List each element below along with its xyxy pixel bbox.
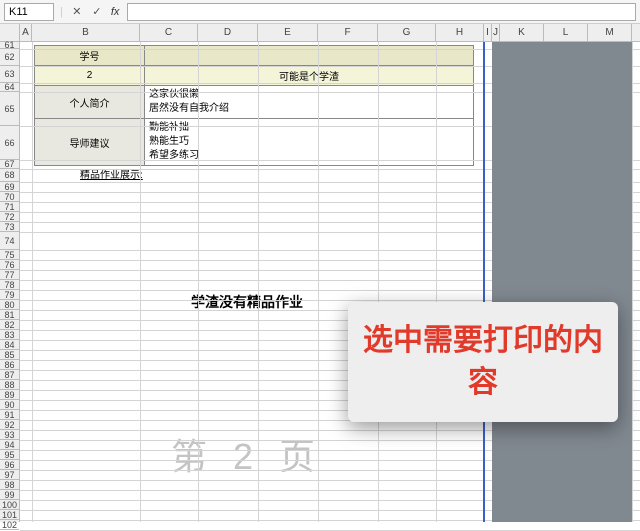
row-header-81[interactable]: 81	[0, 310, 19, 320]
col-header-F[interactable]: F	[318, 24, 378, 41]
row-header-84[interactable]: 84	[0, 340, 19, 350]
col-header-H[interactable]: H	[436, 24, 484, 41]
col-header-G[interactable]: G	[378, 24, 436, 41]
row-header-101[interactable]: 101	[0, 510, 19, 520]
row-header-64[interactable]: 64	[0, 83, 19, 92]
row-header-95[interactable]: 95	[0, 450, 19, 460]
row-header-73[interactable]: 73	[0, 222, 19, 232]
row-header-93[interactable]: 93	[0, 430, 19, 440]
row-header-82[interactable]: 82	[0, 320, 19, 330]
row-header-91[interactable]: 91	[0, 410, 19, 420]
row-header-96[interactable]: 96	[0, 460, 19, 470]
row-header-66[interactable]: 66	[0, 126, 19, 160]
col-header-E[interactable]: E	[258, 24, 318, 41]
formula-toolbar: K11 | ✕ ✓ fx	[0, 0, 640, 24]
intro-value-cell[interactable]: 这家伙很懒居然没有自我介绍	[145, 86, 474, 119]
row-header-77[interactable]: 77	[0, 270, 19, 280]
col-header-D[interactable]: D	[198, 24, 258, 41]
toolbar-separator: |	[60, 6, 63, 18]
row-header-88[interactable]: 88	[0, 380, 19, 390]
fx-icon[interactable]: fx	[111, 6, 120, 18]
sheet-area[interactable]: 学号 2 可能是个学渣 个人简介 这家伙很懒居然没有自我介绍 导师建议 勤能补拙…	[20, 42, 640, 522]
row-header-92[interactable]: 92	[0, 420, 19, 430]
row-header-67[interactable]: 67	[0, 160, 19, 169]
row-header-79[interactable]: 79	[0, 290, 19, 300]
row-header-86[interactable]: 86	[0, 360, 19, 370]
instruction-callout: 选中需要打印的内容	[348, 302, 618, 422]
accept-icon[interactable]: ✓	[89, 4, 105, 20]
row-header-65[interactable]: 65	[0, 92, 19, 126]
row-header-76[interactable]: 76	[0, 260, 19, 270]
cancel-icon[interactable]: ✕	[69, 4, 85, 20]
intro-label-cell[interactable]: 个人简介	[35, 86, 145, 119]
col-header-J[interactable]: J	[492, 24, 500, 41]
select-all-corner[interactable]	[0, 24, 20, 41]
col-header-B[interactable]: B	[32, 24, 140, 41]
col-header-A[interactable]: A	[20, 24, 32, 41]
row-header-61[interactable]: 61	[0, 42, 19, 49]
col-header-L[interactable]: L	[544, 24, 588, 41]
col-header-M[interactable]: M	[588, 24, 632, 41]
row-headers: 6162636465666768697071727374757677787980…	[0, 42, 20, 522]
col-header-C[interactable]: C	[140, 24, 198, 41]
col-header-K[interactable]: K	[500, 24, 544, 41]
row-header-97[interactable]: 97	[0, 470, 19, 480]
row-header-74[interactable]: 74	[0, 232, 19, 250]
row-header-62[interactable]: 62	[0, 49, 19, 66]
name-box[interactable]: K11	[4, 3, 54, 21]
row-header-72[interactable]: 72	[0, 212, 19, 222]
col-header-I[interactable]: I	[484, 24, 492, 41]
row-header-68[interactable]: 68	[0, 169, 19, 182]
page-number-watermark: 第 2 页	[20, 428, 474, 480]
row-header-63[interactable]: 63	[0, 66, 19, 83]
row-header-98[interactable]: 98	[0, 480, 19, 490]
row-header-100[interactable]: 100	[0, 500, 19, 510]
row-header-89[interactable]: 89	[0, 390, 19, 400]
row-header-83[interactable]: 83	[0, 330, 19, 340]
student-table: 学号 2 可能是个学渣 个人简介 这家伙很懒居然没有自我介绍 导师建议 勤能补拙…	[34, 45, 474, 166]
row-header-78[interactable]: 78	[0, 280, 19, 290]
row-header-75[interactable]: 75	[0, 250, 19, 260]
row-header-85[interactable]: 85	[0, 350, 19, 360]
row-header-90[interactable]: 90	[0, 400, 19, 410]
column-headers: ABCDEFGHIJKLM	[0, 24, 640, 42]
row-header-99[interactable]: 99	[0, 490, 19, 500]
row-header-80[interactable]: 80	[0, 300, 19, 310]
page-break-line	[483, 42, 485, 522]
row-header-70[interactable]: 70	[0, 192, 19, 202]
row-header-69[interactable]: 69	[0, 182, 19, 192]
row-header-94[interactable]: 94	[0, 440, 19, 450]
formula-input[interactable]	[127, 3, 636, 21]
row-header-87[interactable]: 87	[0, 370, 19, 380]
row-header-71[interactable]: 71	[0, 202, 19, 212]
out-of-print-area	[492, 42, 632, 522]
